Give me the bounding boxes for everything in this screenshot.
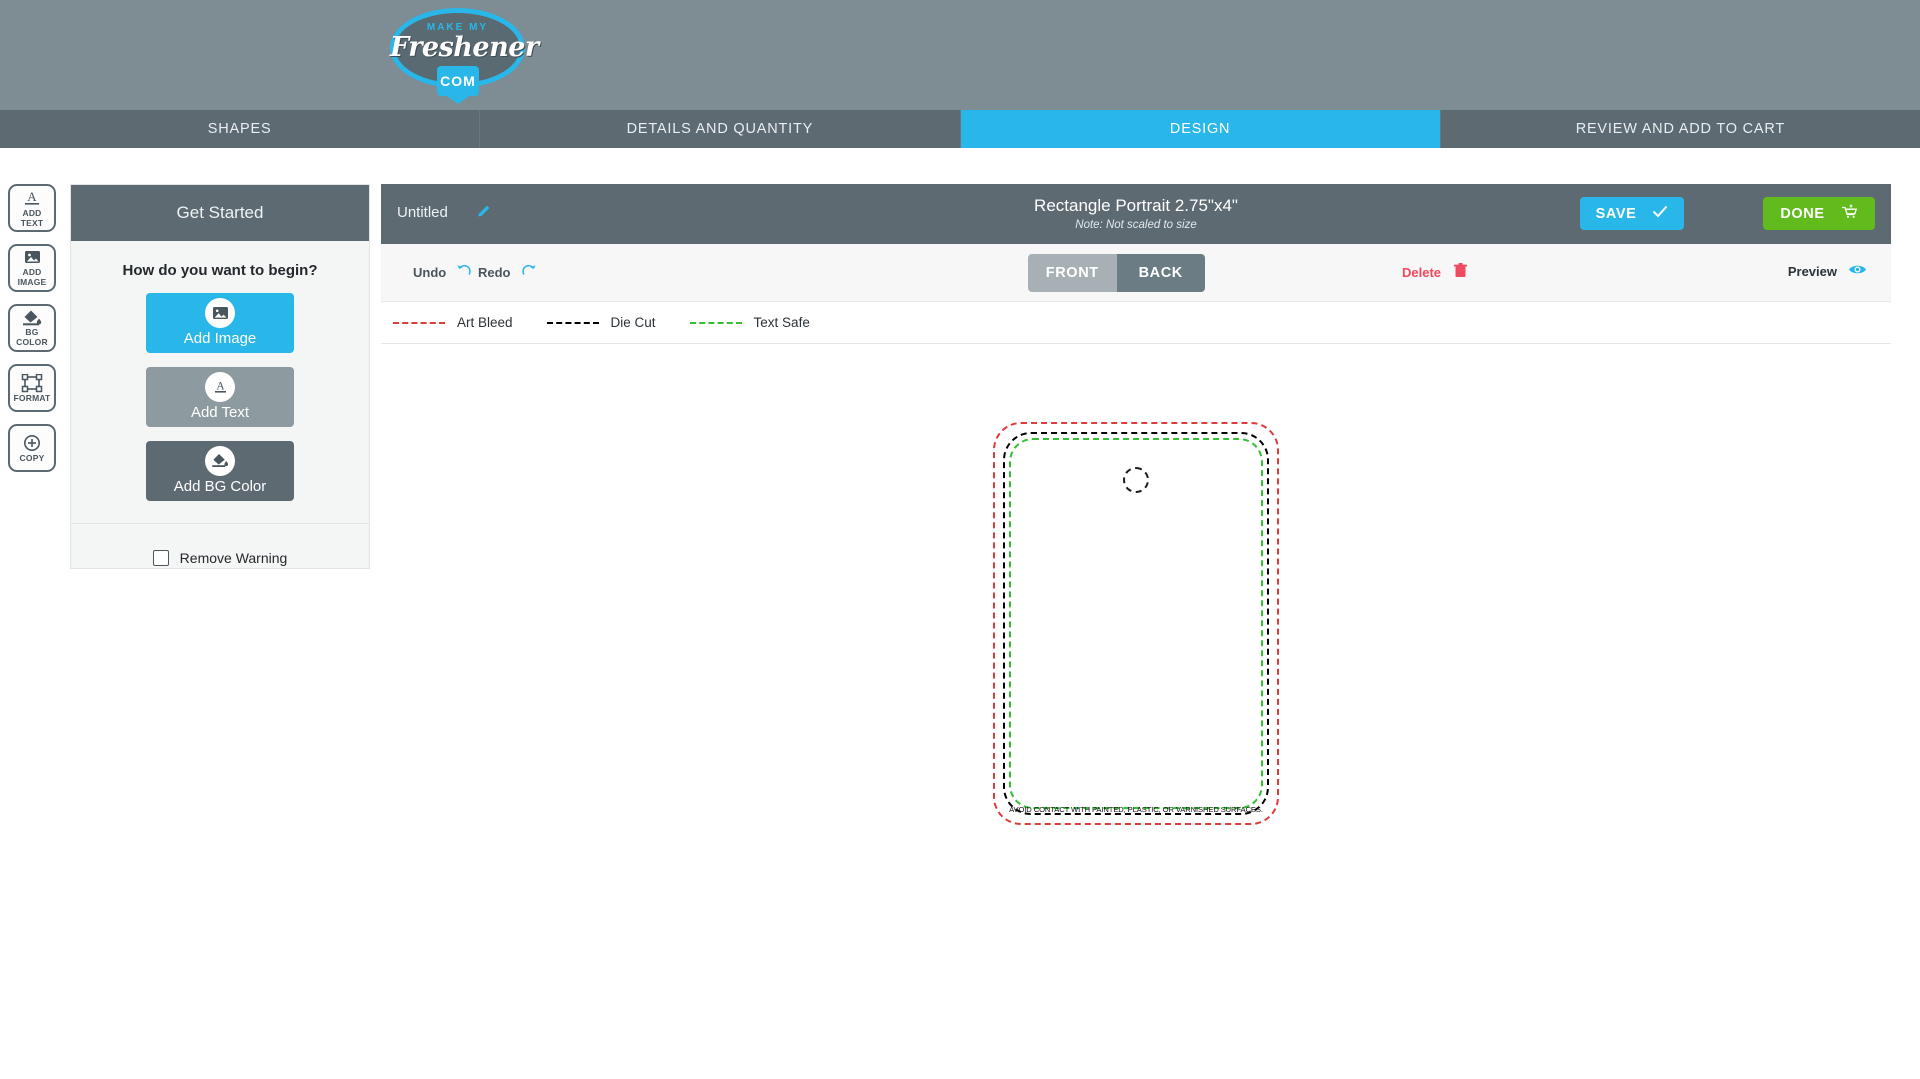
workspace: A ADD TEXT ADD IMAGE BG COLOR FORMAT COP… xyxy=(0,148,1920,1079)
tab-details-and-quantity[interactable]: DETAILS AND QUANTITY xyxy=(480,110,961,148)
tab-shapes-label: SHAPES xyxy=(207,121,272,137)
rail-item-bg-color-line1: BG xyxy=(25,327,39,337)
front-side-button[interactable]: FRONT xyxy=(1028,254,1117,292)
add-bg-color-button-label: Add BG Color xyxy=(173,478,267,495)
redo-button[interactable]: Redo xyxy=(478,263,537,282)
save-button-label: SAVE xyxy=(1595,205,1637,222)
rail-item-add-text[interactable]: A ADD TEXT xyxy=(8,184,56,232)
done-button[interactable]: DONE xyxy=(1763,197,1875,230)
redo-button-label: Redo xyxy=(478,265,511,280)
eye-icon xyxy=(1848,263,1867,279)
step-navbar: SHAPES DETAILS AND QUANTITY DESIGN REVIE… xyxy=(0,110,1920,159)
rail-item-bg-color[interactable]: BG COLOR xyxy=(8,304,56,352)
paint-bucket-icon xyxy=(205,446,235,476)
canvas-header: Untitled Rectangle Portrait 2.75"x4" Not… xyxy=(381,184,1891,244)
add-image-icon xyxy=(25,251,40,263)
rail-item-copy-line1: COPY xyxy=(19,452,45,463)
tab-review-and-add-to-cart-label: REVIEW AND ADD TO CART xyxy=(1575,121,1786,137)
undo-button[interactable]: Undo xyxy=(413,263,472,282)
rail-item-bg-color-line2: COLOR xyxy=(16,337,48,347)
hanger-hole xyxy=(1123,467,1149,493)
tab-shapes[interactable]: SHAPES xyxy=(0,110,481,148)
rail-item-add-image-line1: ADD xyxy=(22,267,42,277)
add-bg-color-button[interactable]: Add BG Color xyxy=(146,441,294,501)
remove-warning-label: Remove Warning xyxy=(179,550,288,566)
rail-item-add-image[interactable]: ADD IMAGE xyxy=(8,244,56,292)
add-image-button[interactable]: Add Image xyxy=(146,293,294,353)
add-text-button[interactable]: A Add Text xyxy=(146,367,294,427)
undo-arrow-icon xyxy=(456,263,472,282)
logo-freshener-text: Freshener xyxy=(390,32,539,63)
site-header: MAKE MY Freshener COM xyxy=(0,0,1920,110)
canvas-toolbar: Undo Redo FRONT BACK Delete Preview xyxy=(381,244,1891,302)
rail-item-add-text-line1: ADD xyxy=(22,207,42,218)
legend-item-die-cut: Die Cut xyxy=(546,315,656,330)
svg-text:A: A xyxy=(27,189,37,204)
delete-button[interactable]: Delete xyxy=(1402,263,1468,281)
add-text-button-label: Add Text xyxy=(190,404,250,421)
redo-arrow-icon xyxy=(521,263,537,282)
panel-divider xyxy=(71,523,369,524)
remove-warning-checkbox[interactable] xyxy=(152,550,169,566)
text-safe-dash-icon xyxy=(689,321,742,324)
art-bleed-dash-icon xyxy=(393,321,445,324)
back-side-button[interactable]: BACK xyxy=(1116,254,1205,292)
legend-text-safe-label: Text Safe xyxy=(753,315,810,330)
get-started-panel: Get Started How do you want to begin? Ad… xyxy=(70,184,370,569)
artboard-stage[interactable]: AVOID CONTACT WITH PAINTED, PLASTIC, OR … xyxy=(381,344,1891,1079)
cart-icon xyxy=(1841,204,1858,223)
canvas-legend: Art Bleed Die Cut Text Safe xyxy=(381,302,1891,344)
legend-item-art-bleed: Art Bleed xyxy=(393,315,513,330)
text-a-icon: A xyxy=(205,372,235,402)
bg-color-icon xyxy=(23,310,42,326)
text-safe-outline xyxy=(1009,438,1263,809)
format-icon xyxy=(21,373,43,392)
tab-review-and-add-to-cart[interactable]: REVIEW AND ADD TO CART xyxy=(1441,110,1920,148)
svg-text:A: A xyxy=(216,381,225,393)
image-icon xyxy=(205,298,235,328)
add-text-icon: A xyxy=(25,189,39,205)
tab-details-and-quantity-label: DETAILS AND QUANTITY xyxy=(626,121,814,137)
get-started-header: Get Started xyxy=(71,185,369,241)
legend-die-cut-label: Die Cut xyxy=(610,315,656,330)
legend-art-bleed-label: Art Bleed xyxy=(457,315,513,330)
trash-icon xyxy=(1454,263,1468,281)
save-button[interactable]: SAVE xyxy=(1580,197,1684,230)
add-image-button-label: Add Image xyxy=(183,330,257,347)
get-started-question: How do you want to begin? xyxy=(122,262,318,279)
delete-button-label: Delete xyxy=(1402,264,1442,280)
front-side-label: FRONT xyxy=(1045,265,1099,281)
artboard[interactable]: AVOID CONTACT WITH PAINTED, PLASTIC, OR … xyxy=(993,422,1279,825)
tab-design[interactable]: DESIGN xyxy=(960,110,1441,159)
rail-item-format-line1: FORMAT xyxy=(13,392,51,403)
side-toggle-group: FRONT BACK xyxy=(1028,254,1205,292)
remove-warning-row[interactable]: Remove Warning xyxy=(71,550,369,566)
rail-item-copy[interactable]: COPY xyxy=(8,424,56,472)
back-side-label: BACK xyxy=(1138,265,1183,281)
rail-item-format[interactable]: FORMAT xyxy=(8,364,56,412)
artboard-warning-text: AVOID CONTACT WITH PAINTED, PLASTIC, OR … xyxy=(1009,805,1263,814)
brand-logo[interactable]: MAKE MY Freshener COM xyxy=(390,8,539,104)
tool-rail: A ADD TEXT ADD IMAGE BG COLOR FORMAT COP… xyxy=(8,184,56,484)
preview-button[interactable]: Preview xyxy=(1788,263,1867,279)
tab-design-label: DESIGN xyxy=(1169,121,1231,137)
check-icon xyxy=(1652,205,1668,222)
rail-item-add-image-line2: IMAGE xyxy=(17,277,47,287)
undo-button-label: Undo xyxy=(413,265,447,280)
done-button-label: DONE xyxy=(1780,205,1825,222)
preview-button-label: Preview xyxy=(1787,263,1837,279)
legend-item-text-safe: Text Safe xyxy=(689,315,810,330)
die-cut-dash-icon xyxy=(546,321,599,324)
logo-com-tag: COM xyxy=(437,66,479,104)
rail-item-add-text-line2: TEXT xyxy=(20,217,44,228)
copy-icon xyxy=(24,434,40,451)
design-canvas-area: Untitled Rectangle Portrait 2.75"x4" Not… xyxy=(381,184,1891,1079)
